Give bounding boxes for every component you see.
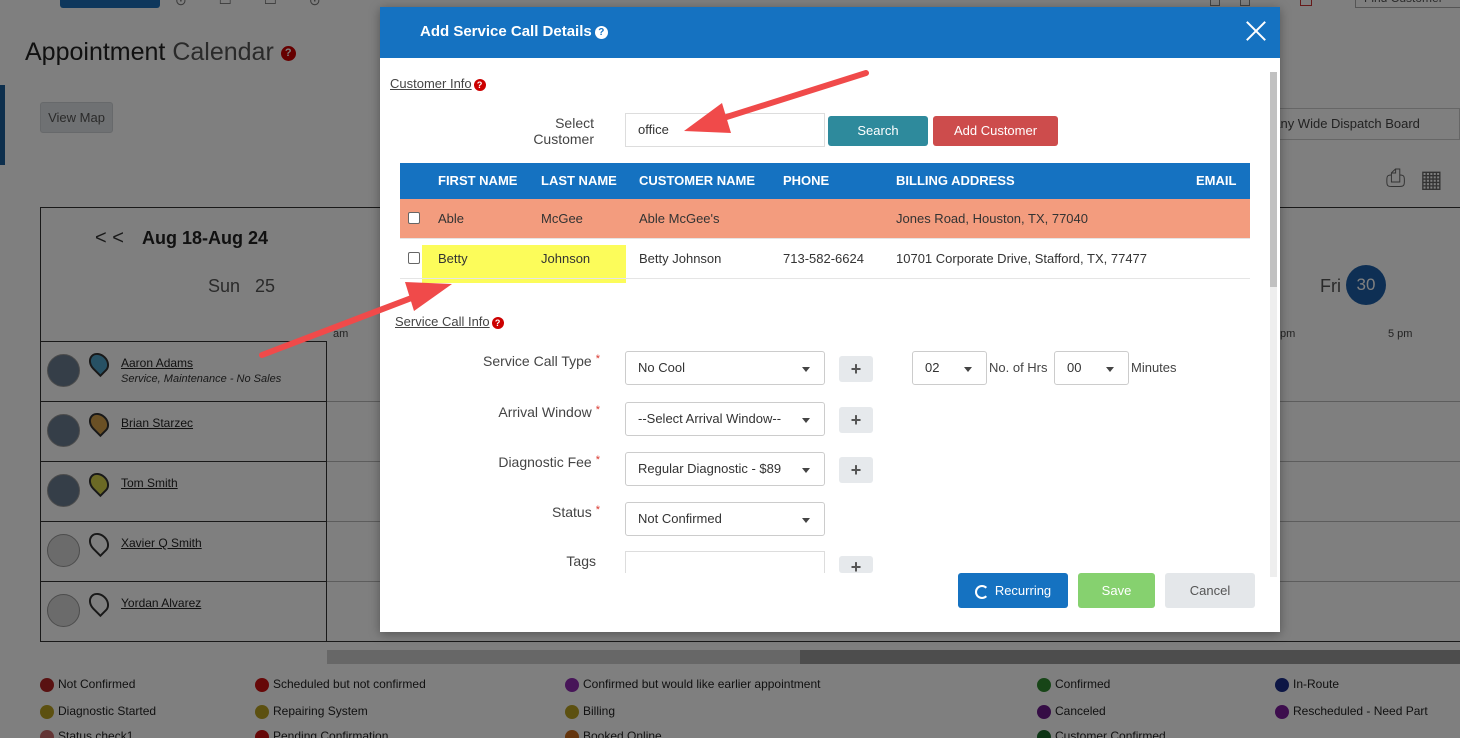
selected-value: Not Confirmed: [638, 511, 722, 526]
customer-search-input[interactable]: office: [625, 113, 825, 147]
modal-scrollbar-thumb[interactable]: [1270, 72, 1277, 287]
first-name-cell: Betty: [438, 251, 468, 266]
hours-select[interactable]: 02: [912, 351, 987, 385]
customer-info-section-link[interactable]: Customer Info?: [390, 76, 486, 91]
help-icon[interactable]: ?: [594, 25, 608, 39]
row-checkbox[interactable]: [408, 252, 420, 264]
refresh-icon: [974, 584, 989, 599]
modal-header: Add Service Call Details?: [380, 7, 1280, 58]
select-customer-label: Select Customer: [533, 115, 594, 147]
button-label: Recurring: [994, 583, 1052, 598]
table-row[interactable]: Able McGee Able McGee's Jones Road, Hous…: [400, 199, 1250, 239]
required-mark: *: [595, 504, 600, 516]
label-text: Service Call Type: [483, 353, 592, 369]
selected-value: --Select Arrival Window--: [638, 411, 782, 426]
search-button[interactable]: Search: [828, 116, 928, 146]
row-checkbox[interactable]: [408, 212, 420, 224]
section-title[interactable]: Customer Info: [390, 76, 472, 91]
selected-value: 02: [925, 360, 940, 375]
customer-results-table: FIRST NAME LAST NAME CUSTOMER NAME PHONE…: [400, 163, 1250, 279]
add-service-call-modal: Add Service Call Details? Customer Info?…: [380, 7, 1280, 632]
help-icon[interactable]: ?: [473, 78, 486, 91]
section-title[interactable]: Service Call Info: [395, 314, 490, 329]
status-select[interactable]: Not Confirmed: [625, 502, 825, 536]
recurring-button[interactable]: Recurring: [958, 573, 1068, 608]
table-header: FIRST NAME LAST NAME CUSTOMER NAME PHONE…: [400, 163, 1250, 199]
help-icon[interactable]: ?: [491, 316, 504, 329]
selected-value: 00: [1067, 360, 1082, 375]
add-customer-button[interactable]: Add Customer: [933, 116, 1058, 146]
close-icon[interactable]: [1245, 19, 1267, 41]
add-diagnostic-fee-button[interactable]: +: [839, 457, 873, 483]
service-call-type-label: Service Call Type *: [440, 353, 600, 369]
tags-label: Tags: [566, 553, 596, 569]
minutes-select[interactable]: 00: [1054, 351, 1129, 385]
last-name-cell: McGee: [541, 211, 583, 226]
selected-value: Regular Diagnostic - $89: [638, 461, 782, 476]
modal-title: Add Service Call Details?: [420, 23, 608, 40]
label-text: Arrival Window: [498, 404, 592, 420]
status-label: Status *: [440, 504, 600, 520]
column-header[interactable]: BILLING ADDRESS: [896, 173, 1015, 188]
modal-title-text: Add Service Call Details: [420, 23, 592, 40]
required-mark: *: [595, 353, 600, 365]
label-text: Diagnostic Fee: [498, 454, 592, 470]
arrival-window-select[interactable]: --Select Arrival Window--: [625, 402, 825, 436]
hours-label: No. of Hrs: [989, 360, 1048, 375]
diagnostic-fee-label: Diagnostic Fee *: [440, 454, 600, 470]
phone-cell: 713-582-6624: [783, 251, 864, 266]
cancel-button[interactable]: Cancel: [1165, 573, 1255, 608]
add-arrival-window-button[interactable]: +: [839, 407, 873, 433]
service-call-info-section-link[interactable]: Service Call Info?: [395, 314, 504, 329]
add-tag-button[interactable]: +: [839, 556, 873, 573]
diagnostic-fee-select[interactable]: Regular Diagnostic - $89: [625, 452, 825, 486]
tags-input[interactable]: [625, 551, 825, 573]
chevron-down-icon: [802, 468, 810, 473]
required-mark: *: [595, 454, 600, 466]
chevron-down-icon: [802, 418, 810, 423]
billing-address-cell: Jones Road, Houston, TX, 77040: [896, 211, 1088, 226]
minutes-label: Minutes: [1131, 360, 1177, 375]
first-name-cell: Able: [438, 211, 465, 226]
save-button[interactable]: Save: [1078, 573, 1155, 608]
chevron-down-icon: [802, 518, 810, 523]
column-header[interactable]: EMAIL: [1196, 173, 1236, 188]
column-header[interactable]: LAST NAME: [541, 173, 617, 188]
table-row[interactable]: Betty Johnson Betty Johnson 713-582-6624…: [400, 239, 1250, 279]
arrival-window-label: Arrival Window *: [440, 404, 600, 420]
customer-name-cell: Able McGee's: [639, 211, 720, 226]
column-header[interactable]: FIRST NAME: [438, 173, 517, 188]
selected-value: No Cool: [638, 360, 685, 375]
chevron-down-icon: [802, 367, 810, 372]
required-mark: *: [595, 404, 600, 416]
label-text: Status: [552, 504, 592, 520]
billing-address-cell: 10701 Corporate Drive, Stafford, TX, 774…: [896, 251, 1148, 266]
add-service-call-type-button[interactable]: +: [839, 356, 873, 382]
customer-name-cell: Betty Johnson: [639, 251, 722, 266]
chevron-down-icon: [1106, 367, 1114, 372]
column-header[interactable]: CUSTOMER NAME: [639, 173, 755, 188]
chevron-down-icon: [964, 367, 972, 372]
last-name-cell: Johnson: [541, 251, 591, 266]
column-header[interactable]: PHONE: [783, 173, 829, 188]
service-call-type-select[interactable]: No Cool: [625, 351, 825, 385]
